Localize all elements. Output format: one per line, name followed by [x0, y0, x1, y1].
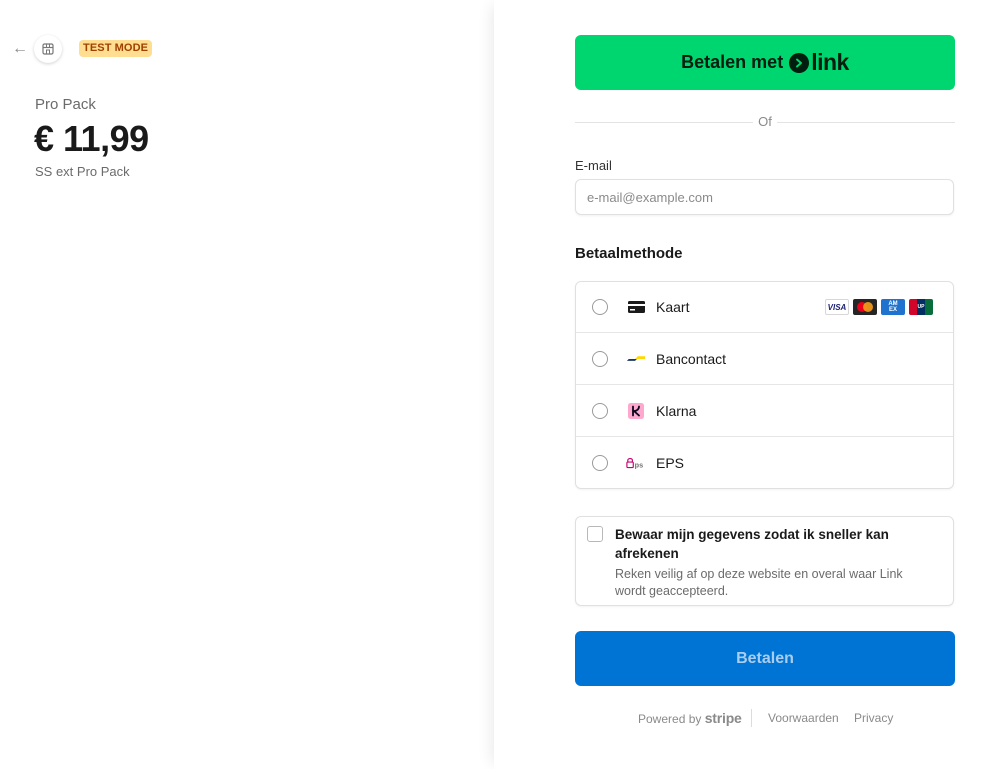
card-radio[interactable]: [592, 299, 608, 315]
privacy-link[interactable]: Privacy: [854, 709, 893, 727]
arrow-left-icon[interactable]: ←: [12, 40, 30, 58]
storefront-glyph: [42, 43, 54, 55]
powered-by[interactable]: Powered by stripe: [638, 709, 742, 728]
card-icon: [626, 299, 646, 315]
amex-icon: AM EX: [881, 299, 905, 315]
save-info-checkbox[interactable]: [587, 526, 603, 542]
footer: Powered by stripe Voorwaarden Privacy: [575, 709, 955, 727]
klarna-icon: [626, 402, 646, 419]
eps-radio[interactable]: [592, 454, 608, 471]
stripe-logo: stripe: [704, 710, 742, 726]
klarna-radio[interactable]: [592, 402, 608, 419]
payment-method-title: Betaalmethode: [575, 245, 683, 262]
divider-line-right: [777, 122, 955, 123]
klarna-label: Klarna: [656, 402, 697, 419]
terms-link[interactable]: Voorwaarden: [768, 709, 839, 727]
pay-button[interactable]: Betalen: [575, 631, 955, 686]
product-description: SS ext Pro Pack: [35, 164, 130, 179]
storefront-icon[interactable]: [34, 35, 62, 63]
pay-with-link-button[interactable]: Betalen met link: [575, 35, 955, 90]
save-info-subtitle: Reken veilig af op deze website en overa…: [615, 567, 903, 598]
link-logo: link: [789, 49, 849, 76]
mastercard-icon: [853, 299, 877, 315]
email-input[interactable]: [575, 179, 954, 215]
product-price: € 11,99: [34, 118, 149, 159]
card-brand-logos: VISA AM EX UP: [825, 299, 933, 315]
footer-separator: [751, 709, 752, 727]
bancontact-radio[interactable]: [592, 350, 608, 367]
test-mode-badge: TEST MODE: [79, 40, 153, 57]
payment-method-list: Kaart VISA AM EX UP Bancontact Klarna ps …: [575, 281, 954, 489]
eps-label: EPS: [656, 454, 685, 471]
bancontact-label: Bancontact: [656, 350, 727, 367]
powered-by-text: Powered by: [638, 712, 702, 726]
visa-icon: VISA: [825, 299, 849, 315]
eps-icon: ps: [626, 455, 646, 471]
payment-option-card[interactable]: Kaart VISA AM EX UP: [576, 282, 953, 332]
product-name: Pro Pack: [35, 96, 96, 113]
link-chevron-icon: [789, 52, 810, 73]
svg-text:ps: ps: [635, 460, 643, 469]
payment-option-klarna[interactable]: Klarna: [576, 384, 953, 436]
unionpay-icon: UP: [909, 299, 933, 315]
link-wordmark: link: [811, 49, 849, 75]
bancontact-icon: [626, 351, 646, 367]
email-label: E-mail: [575, 158, 612, 173]
save-info-panel: Bewaar mijn gegevens zodat ik sneller ka…: [575, 516, 954, 606]
save-info-title: Bewaar mijn gegevens zodat ik sneller ka…: [615, 527, 889, 561]
or-divider: Of: [575, 114, 955, 130]
payment-option-bancontact[interactable]: Bancontact: [576, 332, 953, 384]
payment-option-eps[interactable]: ps EPS: [576, 436, 953, 488]
card-label: Kaart: [656, 299, 690, 315]
link-button-label: Betalen met: [681, 52, 784, 72]
order-summary-pane: ← TEST MODE Pro Pack € 11,99 SS ext Pro …: [0, 0, 494, 769]
